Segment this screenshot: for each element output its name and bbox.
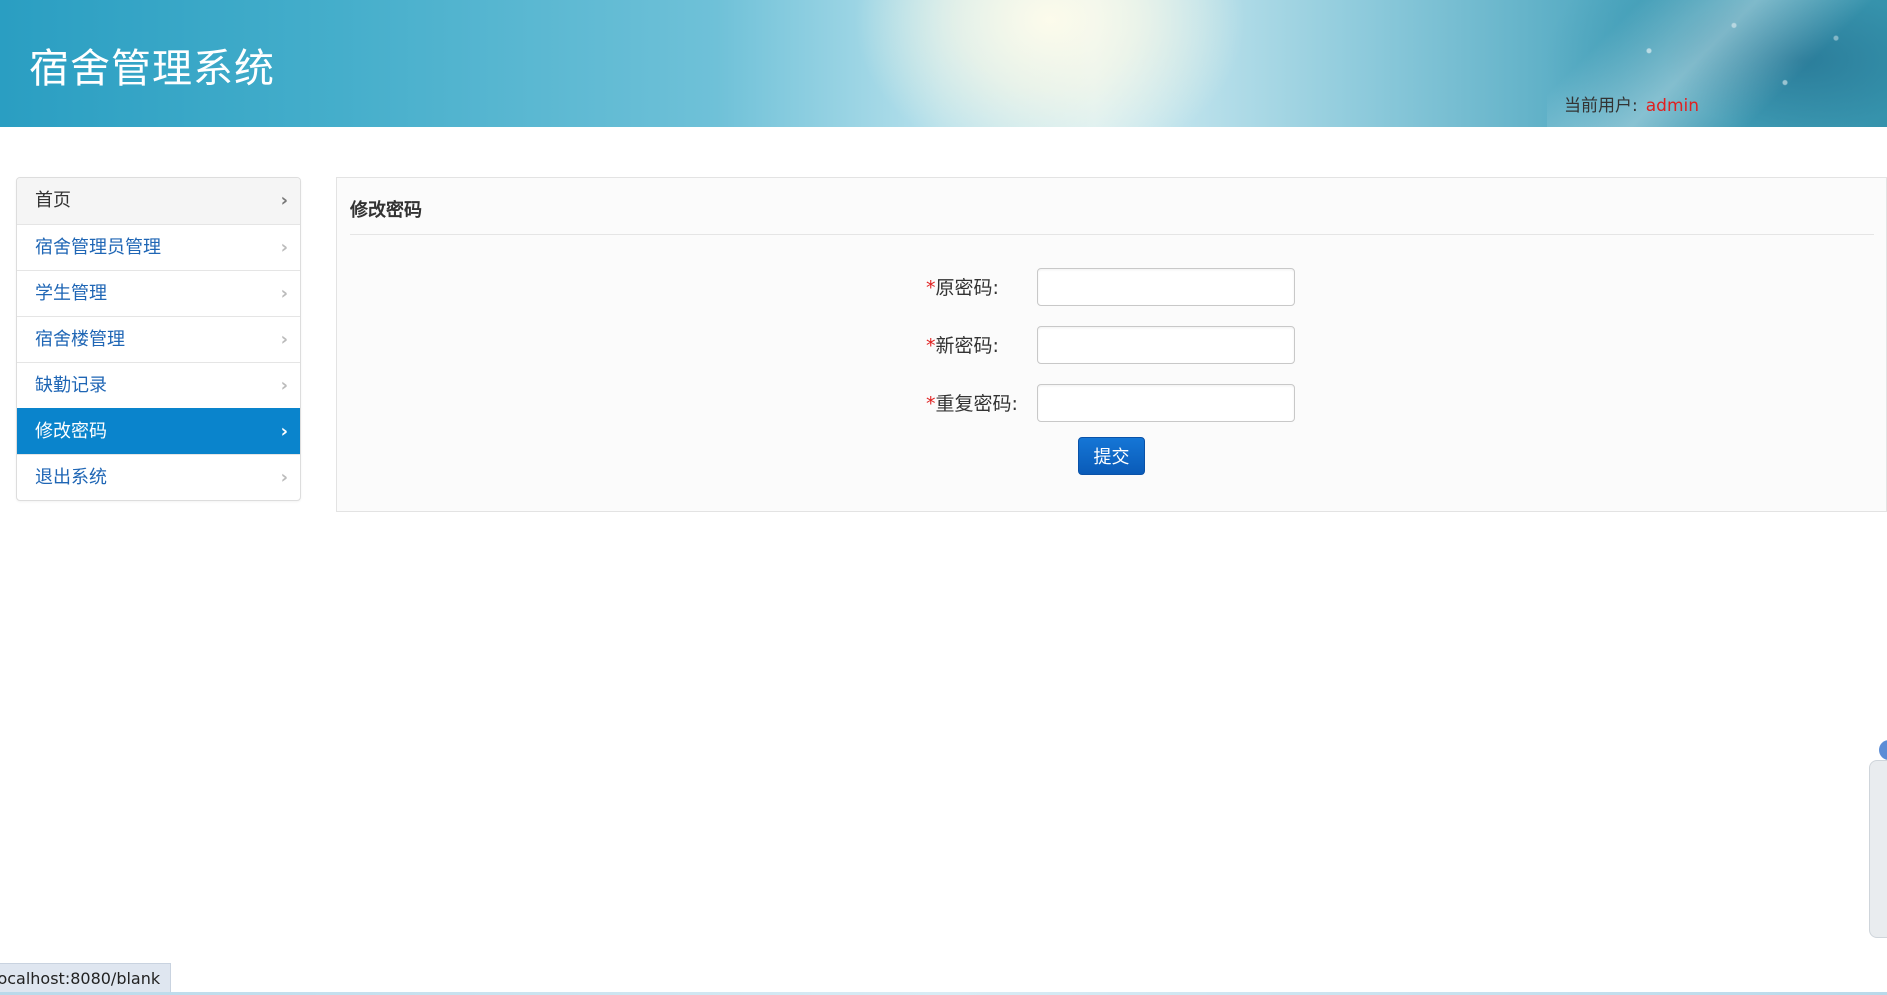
old-password-row: *原密码: (337, 268, 1886, 308)
submit-button[interactable]: 提交 (1078, 437, 1145, 475)
chevron-right-icon: › (280, 421, 288, 442)
sidebar-item-dorm-admin-management[interactable]: 宿舍管理员管理 › (17, 224, 300, 270)
sidebar-item-home[interactable]: 首页 › (17, 178, 300, 224)
sidebar-item-absence-records[interactable]: 缺勤记录 › (17, 362, 300, 408)
chevron-right-icon: › (280, 190, 288, 211)
chevron-right-icon: › (280, 283, 288, 304)
repeat-password-label-text: 重复密码: (935, 393, 1018, 415)
chevron-right-icon: › (280, 237, 288, 258)
status-url-text: localhost:8080/blank (0, 969, 161, 988)
new-password-field[interactable] (1037, 326, 1295, 364)
floating-side-widget[interactable] (1869, 760, 1887, 938)
status-bar-url: localhost:8080/blank (0, 963, 172, 993)
required-mark: * (926, 335, 936, 357)
new-password-label-text: 新密码: (935, 335, 999, 357)
header-banner: 宿舍管理系统 当前用户: admin (0, 0, 1887, 127)
current-username: admin (1645, 96, 1700, 116)
sidebar-item-building-management[interactable]: 宿舍楼管理 › (17, 316, 300, 362)
chevron-right-icon: › (280, 467, 288, 488)
current-user-info: 当前用户: admin (1564, 91, 1699, 116)
chevron-right-icon: › (280, 375, 288, 396)
sidebar-item-label: 修改密码 (35, 421, 107, 442)
sidebar-item-label: 宿舍管理员管理 (35, 237, 161, 258)
required-mark: * (926, 277, 936, 299)
sidebar-item-change-password[interactable]: 修改密码 › (17, 408, 300, 454)
sidebar-item-logout[interactable]: 退出系统 › (17, 454, 300, 500)
change-password-panel: 修改密码 *原密码: *新密码: *重复密码: 提交 (336, 177, 1887, 512)
sidebar-item-label: 首页 (35, 190, 71, 211)
app-title: 宿舍管理系统 (29, 46, 275, 92)
sidebar-item-label: 缺勤记录 (35, 375, 107, 396)
new-password-row: *新密码: (337, 326, 1886, 366)
old-password-label: *原密码: (926, 268, 999, 308)
page-title: 修改密码 (350, 200, 422, 221)
required-mark: * (926, 393, 936, 415)
current-user-label: 当前用户: (1564, 96, 1638, 116)
old-password-field[interactable] (1037, 268, 1295, 306)
old-password-label-text: 原密码: (935, 277, 999, 299)
sidebar-item-label: 退出系统 (35, 467, 107, 488)
sidebar-item-label: 学生管理 (35, 283, 107, 304)
sidebar-item-label: 宿舍楼管理 (35, 329, 125, 350)
repeat-password-field[interactable] (1037, 384, 1295, 422)
repeat-password-row: *重复密码: (337, 384, 1886, 424)
chevron-right-icon: › (280, 329, 288, 350)
sidebar-nav: 首页 › 宿舍管理员管理 › 学生管理 › 宿舍楼管理 › 缺勤记录 › 修改密… (16, 177, 301, 501)
new-password-label: *新密码: (926, 326, 999, 366)
sidebar-item-student-management[interactable]: 学生管理 › (17, 270, 300, 316)
floating-widget-icon[interactable] (1879, 740, 1887, 760)
repeat-password-label: *重复密码: (926, 384, 1018, 424)
title-divider (350, 234, 1874, 235)
